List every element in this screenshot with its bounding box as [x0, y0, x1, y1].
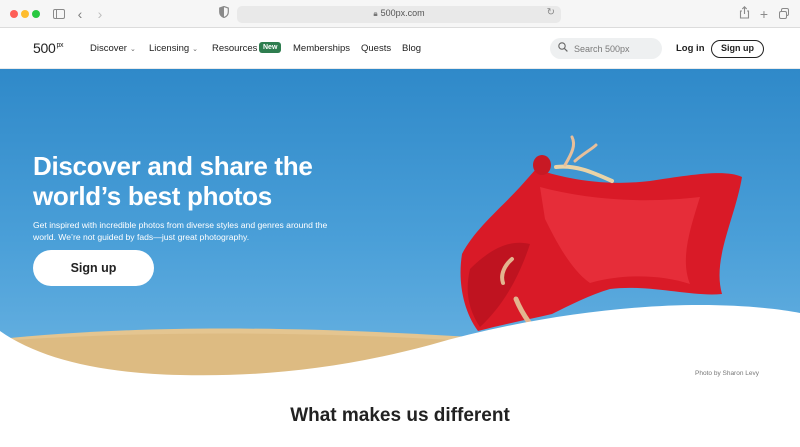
chevron-down-icon: ⌄: [192, 46, 199, 53]
lock-icon: 🔒︎: [373, 9, 378, 18]
nav-resources[interactable]: Resources: [212, 43, 257, 54]
new-badge: New: [259, 42, 282, 53]
address-bar[interactable]: 🔒︎ 500px.com ↻: [237, 6, 561, 23]
minimize-window-button[interactable]: [21, 10, 29, 18]
hero-signup-button[interactable]: Sign up: [33, 250, 154, 286]
site-header: 500px Discover ⌄ Licensing ⌄ Resources New…: [0, 28, 800, 69]
login-link[interactable]: Log in: [676, 43, 705, 54]
search-icon: [558, 42, 568, 55]
share-icon[interactable]: [738, 6, 750, 22]
nav-discover[interactable]: Discover ⌄: [90, 43, 136, 54]
zoom-window-button[interactable]: [32, 10, 40, 18]
chevron-down-icon: ⌄: [129, 46, 136, 53]
reload-icon[interactable]: ↻: [547, 7, 555, 18]
nav-licensing[interactable]: Licensing ⌄: [149, 43, 198, 54]
privacy-shield-icon[interactable]: [218, 5, 230, 22]
forward-arrow-icon[interactable]: ›: [94, 6, 106, 22]
browser-toolbar: ‹ › 🔒︎ 500px.com ↻ +: [0, 0, 800, 28]
close-window-button[interactable]: [10, 10, 18, 18]
back-arrow-icon[interactable]: ‹: [74, 6, 86, 22]
tab-overview-icon[interactable]: [778, 6, 790, 22]
nav-blog[interactable]: Blog: [402, 43, 421, 54]
hero-banner: Discover and share the world’s best phot…: [0, 69, 800, 379]
header-signup-button[interactable]: Sign up: [711, 40, 764, 58]
nav-memberships[interactable]: Memberships: [293, 43, 350, 54]
search-input[interactable]: [574, 41, 658, 56]
nav-quests[interactable]: Quests: [361, 43, 391, 54]
photo-credit[interactable]: Photo by Sharon Levy: [695, 370, 759, 377]
hero-title: Discover and share the world’s best phot…: [33, 151, 313, 211]
new-tab-plus-icon[interactable]: +: [758, 6, 770, 22]
url-text: 500px.com: [380, 8, 425, 18]
section-title: What makes us different: [290, 405, 510, 426]
features-section: Photo by Sharon Levy What makes us diffe…: [0, 370, 800, 447]
hero-subtitle: Get inspired with incredible photos from…: [33, 220, 328, 242]
sidebar-toggle-icon[interactable]: [52, 6, 66, 22]
search-box: [550, 38, 662, 59]
500px-logo[interactable]: 500px: [33, 40, 64, 56]
